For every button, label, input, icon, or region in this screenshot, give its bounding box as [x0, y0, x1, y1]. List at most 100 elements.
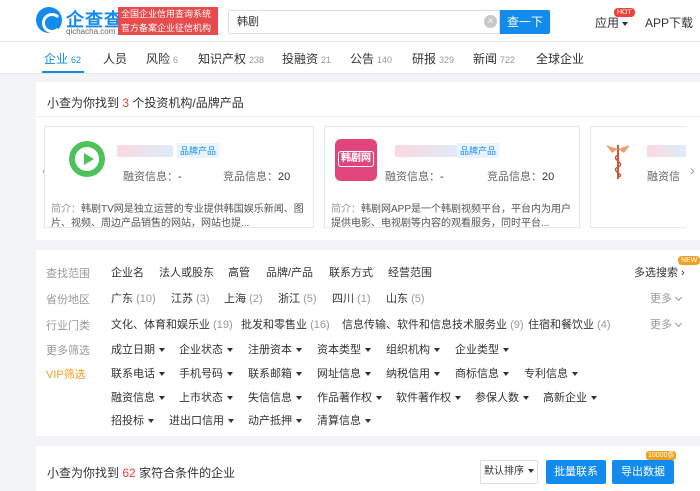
vip-filter-dropdown[interactable]: 专利信息	[524, 365, 578, 381]
multi-search-label: 多选搜索	[634, 267, 678, 279]
scope-option[interactable]: 企业名	[111, 264, 144, 280]
tab-company[interactable]: 企业 62	[44, 50, 81, 67]
region-option[interactable]: 四川 (1)	[332, 290, 371, 306]
filter-dropdown[interactable]: 企业类型	[455, 341, 509, 357]
industry-option[interactable]: 住宿和餐饮业 (4)	[528, 316, 611, 332]
vip-filter-dropdown[interactable]: 纳税信用	[386, 365, 440, 381]
vip-filter-dropdown[interactable]: 高新企业	[543, 389, 597, 405]
results-header: 小查为你找到 62 家符合条件的企业 默认排序 批量联系 导出数据 10000条	[36, 446, 700, 491]
sort-dropdown[interactable]: 默认排序	[480, 460, 538, 484]
brand-card[interactable]: 品牌产品 融资信息：- 竞品信息：20 简介：韩剧TV网是独立运营的专业提供韩国…	[44, 126, 314, 229]
tab-news[interactable]: 新闻 722	[473, 50, 515, 67]
tab-global[interactable]: 全球企业	[536, 50, 584, 67]
app-download-link[interactable]: APP下载	[645, 14, 693, 31]
filter-dropdown[interactable]: 企业状态	[179, 341, 233, 357]
vip-filter-dropdown[interactable]: 联系邮箱	[248, 365, 302, 381]
vip-filter-dropdown[interactable]: 软件著作权	[396, 389, 461, 405]
vip-filter-dropdown[interactable]: 参保人数	[475, 389, 529, 405]
scope-option[interactable]: 联系方式	[329, 264, 373, 280]
brand-name-blurred	[117, 145, 173, 157]
funding-info: 融资信息：-	[123, 168, 182, 184]
vip-filter-dropdown[interactable]: 进出口信用	[169, 412, 234, 428]
title-prefix: 小查为你找到	[47, 96, 120, 110]
more-filters-label: 更多筛选	[46, 345, 90, 357]
scope-option[interactable]: 法人或股东	[159, 264, 214, 280]
vip-filter-dropdown[interactable]: 联系电话	[111, 365, 165, 381]
more-regions-button[interactable]: 更多	[650, 290, 683, 306]
divider	[36, 116, 700, 117]
export-limit-badge: 10000条	[646, 451, 677, 460]
vip-filter-dropdown[interactable]: 手机号码	[179, 365, 233, 381]
option-name: 山东	[386, 293, 408, 305]
scope-option[interactable]: 品牌/产品	[266, 264, 313, 280]
more-label: 更多	[650, 319, 672, 331]
industry-option[interactable]: 信息传输、软件和信息技术服务业 (9)	[342, 316, 524, 332]
carousel-next-icon[interactable]: ›	[690, 162, 695, 178]
more-industries-button[interactable]: 更多	[650, 316, 683, 332]
brand-tag: 品牌产品	[177, 143, 220, 158]
vip-filter-dropdown[interactable]: 融资信息	[111, 389, 165, 405]
option-name: 江苏	[171, 293, 193, 305]
search-button[interactable]: 查一下	[500, 10, 550, 34]
scope-option[interactable]: 高管	[228, 264, 250, 280]
competitor-value: 20	[542, 171, 555, 183]
search-tabs: 企业 62 人员 风险 6 知识产权 238 投融资 21 公告 140 研报 329 新闻…	[0, 42, 700, 74]
filter-dropdown[interactable]: 成立日期	[111, 341, 165, 357]
search-input[interactable]: 韩剧	[228, 10, 500, 34]
vip-filter-dropdown[interactable]: 失信信息	[248, 389, 302, 405]
vip-filter-dropdown[interactable]: 招投标	[111, 412, 154, 428]
brand-card[interactable]: 融资信	[590, 126, 686, 228]
hanjuwang-logo-text: 韩剧网	[338, 151, 374, 167]
hanjuwang-logo: 韩剧网	[335, 139, 377, 181]
brand-results-title: 小查为你找到 3 个投资机构/品牌产品	[47, 94, 244, 111]
clear-search-icon[interactable]: ×	[484, 15, 497, 28]
option-count: (1)	[357, 293, 371, 305]
tab-label: 企业	[44, 52, 69, 66]
title-count: 3	[122, 96, 130, 110]
vip-filters-label: VIP筛选	[46, 369, 86, 381]
qichacha-logo-icon[interactable]	[36, 7, 62, 33]
region-option[interactable]: 山东 (5)	[386, 290, 425, 306]
option-name: 住宿和餐饮业	[528, 319, 594, 331]
multi-search-link[interactable]: 多选搜索 ›	[634, 264, 685, 280]
filter-dropdown[interactable]: 注册资本	[248, 341, 302, 357]
tab-count: 238	[249, 55, 265, 65]
funding-label: 融资信息：	[123, 171, 178, 183]
tab-risk[interactable]: 风险 6	[146, 50, 178, 67]
export-data-button[interactable]: 导出数据	[612, 460, 674, 484]
region-option[interactable]: 上海 (2)	[224, 290, 263, 306]
tab-research[interactable]: 研报 329	[412, 50, 454, 67]
region-option[interactable]: 广东 (10)	[111, 290, 156, 306]
scope-option[interactable]: 经营范围	[388, 264, 432, 280]
desc-key: 简介：	[331, 204, 361, 215]
vip-filter-dropdown[interactable]: 网址信息	[317, 365, 371, 381]
vip-filter-dropdown[interactable]: 商标信息	[455, 365, 509, 381]
scope-label: 查找范围	[46, 268, 90, 280]
filter-dropdown[interactable]: 资本类型	[317, 341, 371, 357]
vip-filter-dropdown[interactable]: 作品著作权	[317, 389, 382, 405]
filter-dropdown[interactable]: 组织机构	[386, 341, 440, 357]
tab-label: 公告	[350, 52, 375, 66]
vip-filter-dropdown[interactable]: 上市状态	[179, 389, 233, 405]
more-label: 更多	[650, 293, 672, 305]
tab-announcement[interactable]: 公告 140	[350, 50, 392, 67]
tab-ip[interactable]: 知识产权 238	[198, 50, 264, 67]
title-suffix: 个投资机构/品牌产品	[132, 96, 244, 110]
region-option[interactable]: 江苏 (3)	[171, 290, 210, 306]
tab-investment[interactable]: 投融资 21	[282, 50, 331, 67]
batch-contact-button[interactable]: 批量联系	[546, 460, 606, 484]
industry-option[interactable]: 文化、体育和娱乐业 (19)	[111, 316, 233, 332]
tab-people[interactable]: 人员	[103, 50, 127, 67]
option-name: 文化、体育和娱乐业	[111, 319, 210, 331]
vip-filter-dropdown[interactable]: 清算信息	[317, 412, 371, 428]
industry-option[interactable]: 批发和零售业 (16)	[241, 316, 330, 332]
vip-filter-dropdown[interactable]: 动产抵押	[248, 412, 302, 428]
brand-description: 简介：韩剧网APP是一个韩剧视频平台，平台内为用户提供电影、电视剧等内容的观看服…	[331, 203, 577, 231]
tab-count: 140	[377, 55, 393, 65]
region-option[interactable]: 浙江 (5)	[278, 290, 317, 306]
competitor-info: 竞品信息：20	[223, 168, 290, 184]
new-badge: NEW	[678, 256, 700, 265]
tab-label: 研报	[412, 52, 437, 66]
tab-count: 6	[173, 55, 179, 65]
brand-card[interactable]: 韩剧网 品牌产品 融资信息：- 竞品信息：20 简介：韩剧网APP是一个韩剧视频…	[324, 126, 580, 231]
